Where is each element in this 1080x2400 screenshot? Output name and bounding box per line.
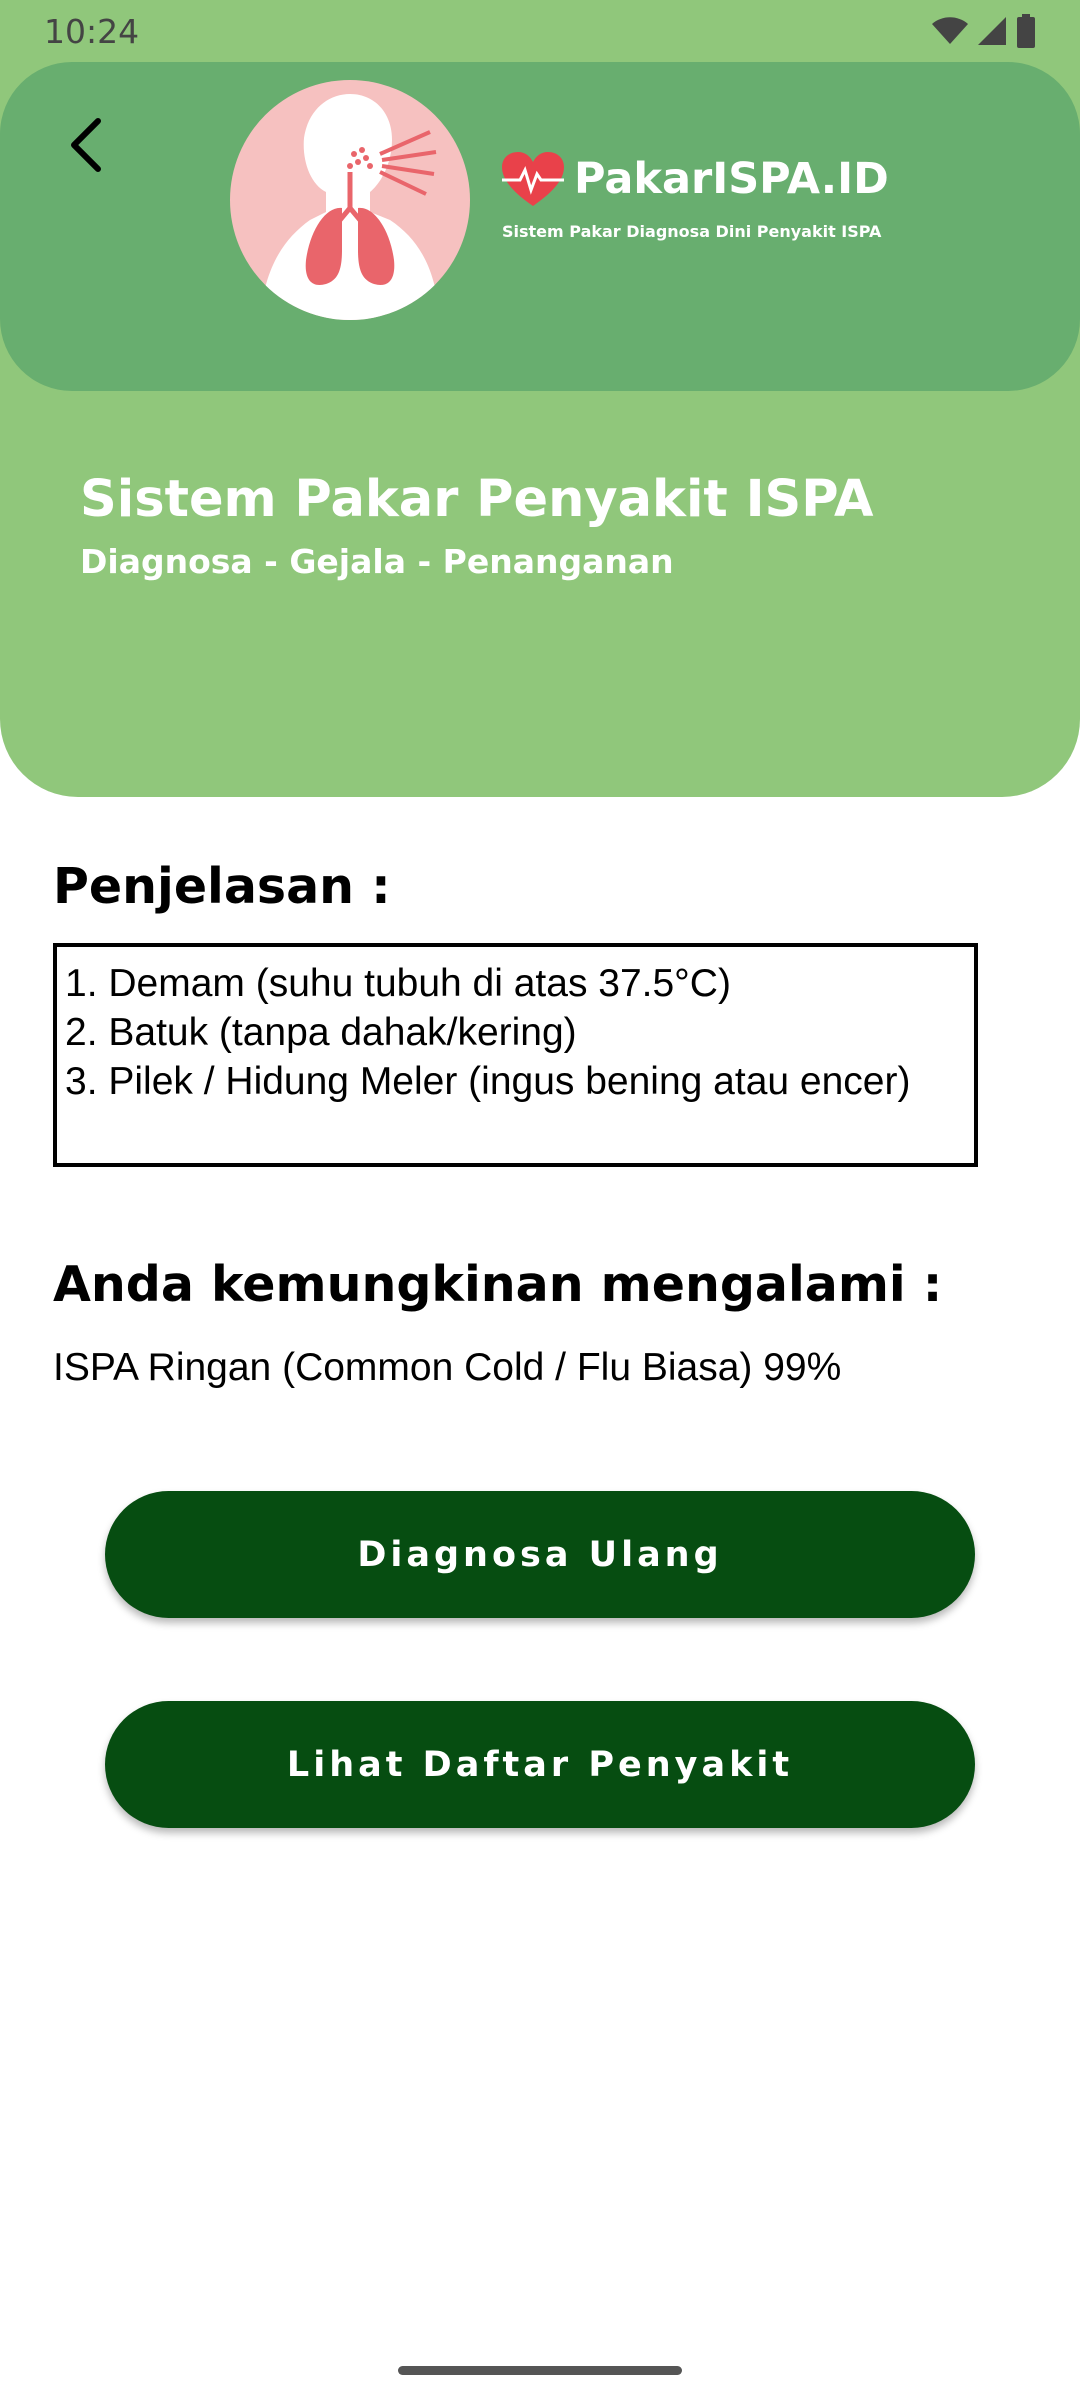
- explanation-heading: Penjelasan :: [53, 858, 391, 915]
- wifi-icon: [932, 17, 968, 44]
- back-button[interactable]: [58, 110, 114, 180]
- hero-header: PakarISPA.ID Sistem Pakar Diagnosa Dini …: [0, 0, 1080, 797]
- disease-list-button[interactable]: Lihat Daftar Penyakit: [105, 1701, 975, 1828]
- page-subtitle: Diagnosa - Gejala - Penanganan: [80, 542, 674, 581]
- list-item: 3. Pilek / Hidung Meler (ingus bening at…: [65, 1060, 911, 1103]
- status-bar: 10:24: [0, 0, 1080, 62]
- rediagnose-button[interactable]: Diagnosa Ulang: [105, 1491, 975, 1618]
- battery-icon: [1017, 14, 1035, 48]
- heart-pulse-icon: [502, 152, 564, 206]
- page-title: Sistem Pakar Penyakit ISPA: [80, 470, 874, 529]
- status-icons: [932, 14, 1036, 48]
- signal-icon: [978, 17, 1006, 45]
- result-text: ISPA Ringan (Common Cold / Flu Biasa) 99…: [53, 1346, 842, 1389]
- explanation-box: 1. Demam (suhu tubuh di atas 37.5°C) 2. …: [53, 943, 978, 1167]
- lungs-logo-icon: [230, 80, 470, 320]
- list-item: 2. Batuk (tanpa dahak/kering): [65, 1011, 577, 1054]
- status-time: 10:24: [44, 11, 140, 51]
- result-heading: Anda kemungkinan mengalami :: [53, 1256, 943, 1313]
- list-item: 1. Demam (suhu tubuh di atas 37.5°C): [65, 962, 731, 1005]
- brand-name: PakarISPA.ID: [574, 154, 889, 204]
- brand-tagline: Sistem Pakar Diagnosa Dini Penyakit ISPA: [502, 222, 882, 241]
- brand: PakarISPA.ID: [500, 150, 889, 208]
- back-arrow-icon: [71, 118, 101, 172]
- home-indicator[interactable]: [398, 2366, 682, 2375]
